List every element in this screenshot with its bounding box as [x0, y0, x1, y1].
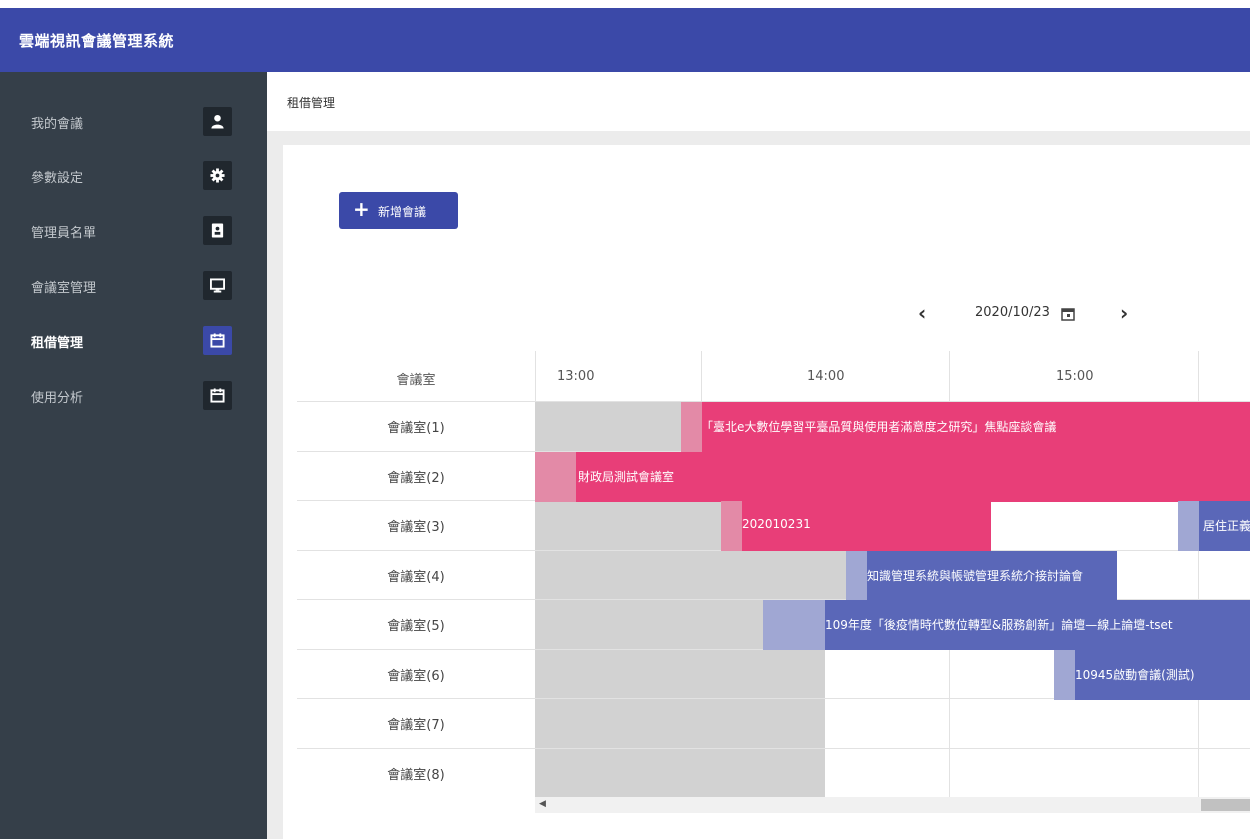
top-strip: [0, 0, 1250, 8]
horizontal-scrollbar[interactable]: ◀: [535, 797, 1250, 813]
room-label: 會議室(6): [387, 669, 445, 684]
sidebar-item-label: 管理員名單: [31, 226, 97, 241]
event-block[interactable]: 10945啟動會議(測試): [1054, 650, 1250, 700]
grid-line: [701, 351, 702, 401]
app-header: 雲端視訊會議管理系統: [0, 8, 1250, 72]
room-column-header: 會議室: [396, 373, 436, 388]
room-label: 會議室(7): [387, 718, 445, 733]
sidebar-item-my-meetings[interactable]: 我的會議: [0, 96, 267, 150]
event-block[interactable]: 「臺北e大數位學習平臺品質與使用者滿意度之研究」焦點座談會議: [681, 402, 1250, 452]
room-label: 會議室(2): [387, 471, 445, 486]
past-time-block: [535, 501, 721, 550]
event-block[interactable]: 知識管理系統與帳號管理系統介接討論會: [846, 551, 1117, 601]
time-header: 15:00: [1056, 369, 1094, 384]
sidebar-item-label: 參數設定: [31, 171, 84, 186]
sidebar-item-usage-analysis[interactable]: 使用分析: [0, 370, 267, 424]
room-label: 會議室(1): [387, 421, 445, 436]
gear-icon: [203, 161, 232, 190]
past-time-block: [535, 699, 825, 748]
chevron-right-icon[interactable]: ›: [1120, 303, 1140, 325]
contact-card-icon: [203, 216, 232, 245]
sidebar-item-label: 租借管理: [31, 336, 84, 351]
scroll-left-arrow-icon[interactable]: ◀: [539, 799, 546, 809]
add-meeting-button[interactable]: + 新增會議: [339, 192, 458, 229]
sidebar-item-admin-list[interactable]: 管理員名單: [0, 205, 267, 259]
sidebar-item-label: 會議室管理: [31, 281, 97, 296]
sidebar-item-label: 使用分析: [31, 391, 84, 406]
room-label: 會議室(3): [387, 520, 445, 535]
sidebar-item-room-management[interactable]: 會議室管理: [0, 260, 267, 314]
calendar-icon: [203, 326, 232, 355]
calendar-icon[interactable]: [1061, 307, 1075, 321]
room-label: 會議室(5): [387, 619, 445, 634]
app-title: 雲端視訊會議管理系統: [19, 32, 175, 50]
past-time-block: [535, 600, 763, 649]
monitor-icon: [203, 271, 232, 300]
current-date[interactable]: 2020/10/23: [975, 305, 1050, 320]
user-icon: [203, 107, 232, 136]
plus-icon: +: [353, 197, 370, 221]
sidebar-item-settings[interactable]: 參數設定: [0, 150, 267, 204]
sidebar-item-rental-management[interactable]: 租借管理: [0, 315, 267, 369]
add-meeting-label: 新增會議: [378, 205, 427, 219]
scrollbar-thumb[interactable]: [1201, 799, 1250, 811]
past-time-block: [535, 650, 825, 698]
past-time-block: [535, 551, 846, 599]
event-block[interactable]: 109年度「後疫情時代數位轉型&服務創新」論壇—線上論壇-tset: [763, 600, 1250, 650]
event-block[interactable]: 202010231: [721, 501, 991, 551]
event-block[interactable]: 居住正義: [1178, 501, 1250, 551]
breadcrumb: 租借管理: [287, 96, 336, 110]
calendar-icon: [203, 381, 232, 410]
room-label: 會議室(8): [387, 768, 445, 783]
time-header: 13:00: [557, 369, 595, 384]
chevron-left-icon[interactable]: ‹: [918, 303, 938, 325]
sidebar: 我的會議 參數設定 管理員名單 會議室管理 租借管理 使用分析: [0, 72, 267, 839]
sidebar-item-label: 我的會議: [31, 117, 84, 132]
event-block[interactable]: 財政局測試會議室: [535, 452, 1250, 502]
time-header: 14:00: [807, 369, 845, 384]
room-label: 會議室(4): [387, 570, 445, 585]
past-time-block: [535, 749, 825, 797]
past-time-block: [535, 402, 681, 451]
schedule-grid: 會議室 13:00 14:00 15:00 會議室(1) 會議室(2) 會議室(…: [297, 351, 1250, 821]
breadcrumb-bar: 租借管理: [267, 72, 1250, 131]
